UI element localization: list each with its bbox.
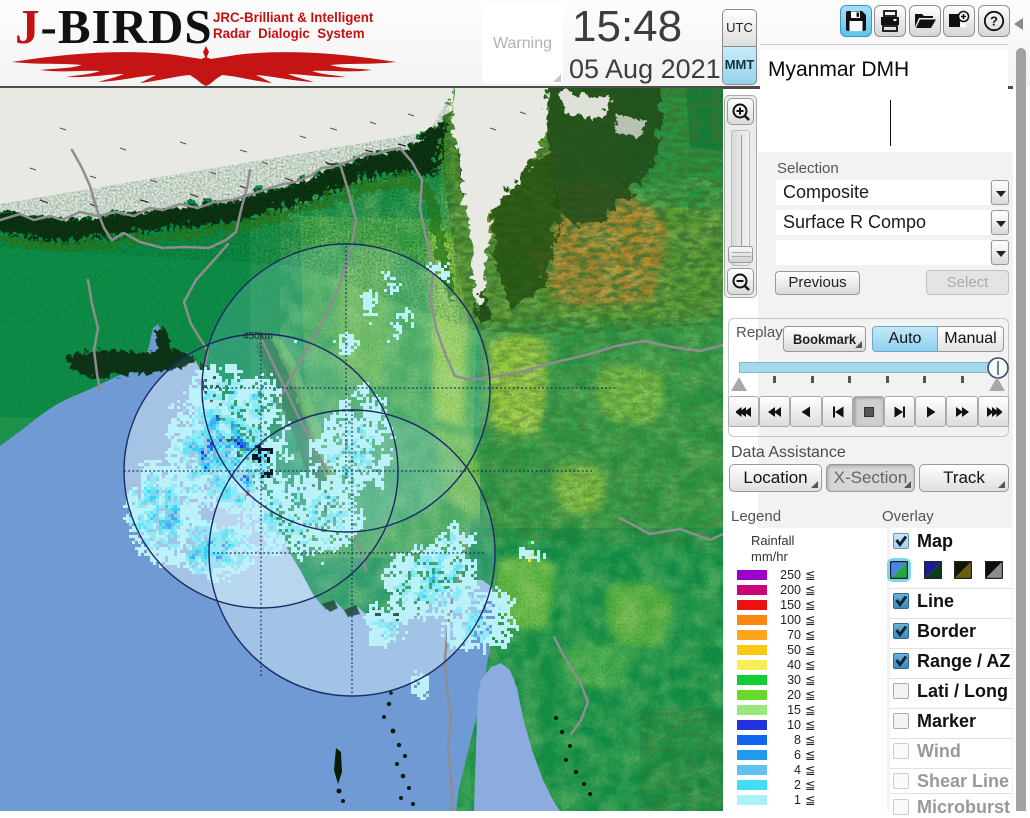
svg-text:450km: 450km — [243, 331, 273, 342]
svg-text:?: ? — [990, 14, 998, 29]
